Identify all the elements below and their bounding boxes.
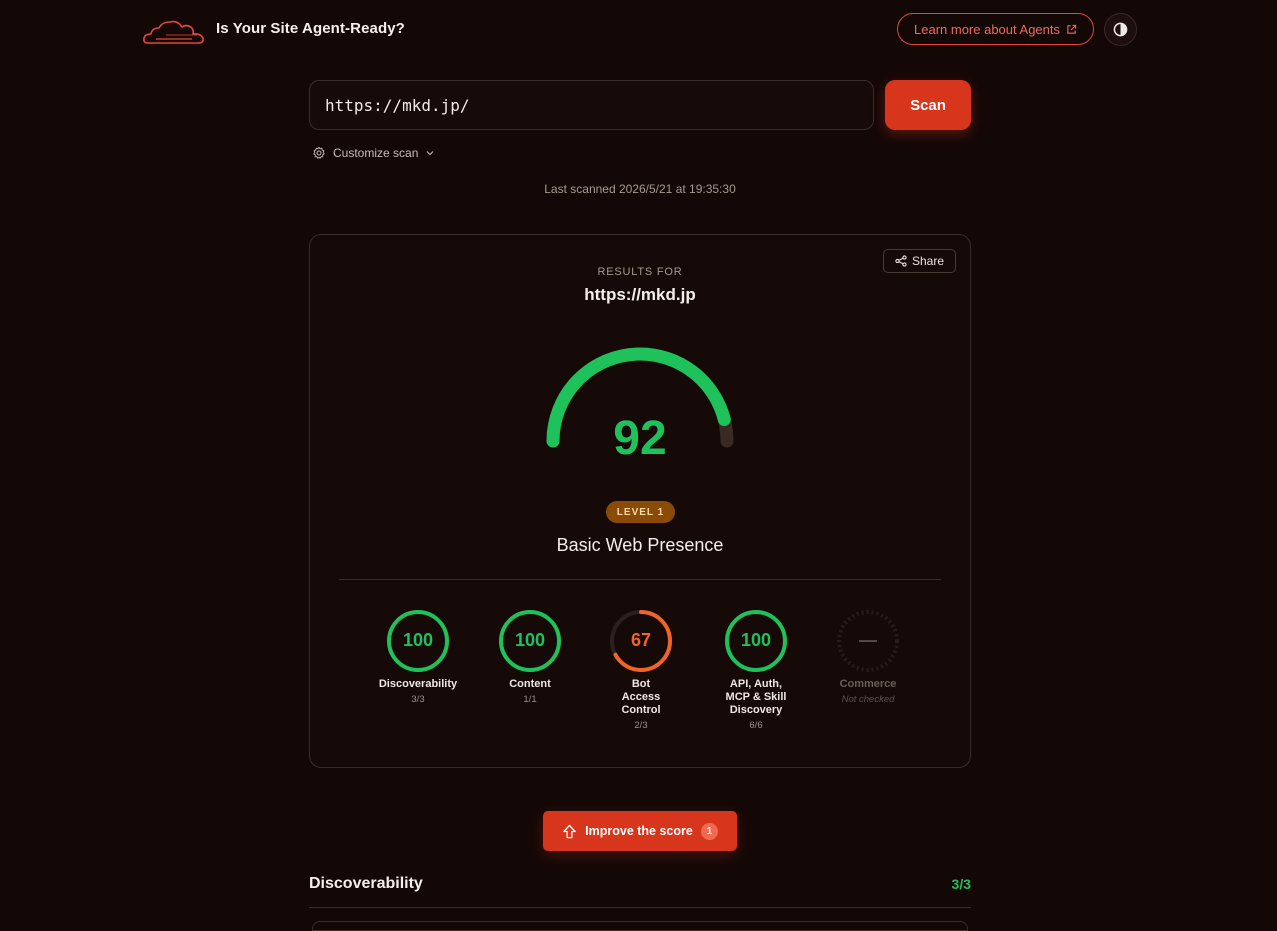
learn-more-label: Learn more about Agents: [914, 21, 1060, 37]
chevron-down-icon: [426, 151, 434, 156]
level-badge: LEVEL 1: [606, 501, 675, 523]
category-count: 3/3: [411, 694, 425, 705]
category-label: API, Auth, MCP & Skill Discovery: [725, 678, 787, 716]
category-count: 2/3: [634, 720, 648, 731]
category-api-auth-mcp-skill-discovery[interactable]: 100 API, Auth, MCP & Skill Discovery 6/6: [706, 608, 806, 731]
category-score: 100: [514, 630, 546, 650]
external-link-icon: [1067, 24, 1077, 34]
last-scanned-text: Last scanned 2026/5/21 at 19:35:30: [544, 182, 736, 196]
improve-score-button[interactable]: Improve the score 1: [543, 811, 737, 851]
category-label: Commerce: [839, 678, 897, 690]
url-input[interactable]: [309, 80, 874, 130]
category-commerce[interactable]: — Commerce Not checked: [818, 608, 918, 705]
learn-more-button[interactable]: Learn more about Agents: [897, 13, 1094, 45]
category-label: Content: [509, 678, 551, 690]
category-label: Discoverability: [378, 678, 458, 690]
results-card: Share RESULTS FOR https://mkd.jp 92 LEVE…: [309, 234, 971, 768]
category-count: 1/1: [523, 694, 537, 705]
results-divider: [339, 579, 941, 580]
gear-icon: [313, 146, 325, 159]
category-discoverability[interactable]: 100 Discoverability 3/3: [368, 608, 468, 705]
theme-toggle-button[interactable]: [1104, 13, 1137, 46]
results-url: https://mkd.jp: [584, 285, 696, 304]
section-divider: [309, 907, 971, 908]
overall-score: 92: [613, 412, 667, 465]
category-content[interactable]: 100 Content 1/1: [480, 608, 580, 705]
category-score: 67: [630, 630, 652, 650]
results-for-label: RESULTS FOR: [597, 266, 683, 278]
customize-scan-label: Customize scan: [333, 146, 419, 160]
next-card: [312, 921, 968, 931]
level-name: Basic Web Presence: [556, 535, 724, 555]
category-score: 100: [402, 630, 434, 650]
improve-score-label: Improve the score: [585, 824, 693, 838]
category-count: Not checked: [841, 694, 895, 705]
section-score-discoverability: 3/3: [951, 876, 971, 892]
customize-scan-toggle[interactable]: Customize scan: [312, 146, 435, 160]
category-label: Bot Access Control: [621, 678, 661, 716]
cloud-logo-icon[interactable]: [142, 14, 206, 46]
category-count: 6/6: [749, 720, 763, 731]
category-score: 100: [740, 630, 772, 650]
site-title: Is Your Site Agent-Ready?: [216, 20, 405, 37]
category-bot-access-control[interactable]: 67 Bot Access Control 2/3: [591, 608, 691, 731]
category-score: —: [859, 630, 877, 650]
arrow-up-icon: [563, 824, 576, 838]
contrast-icon: [1113, 22, 1128, 37]
section-title-discoverability[interactable]: Discoverability: [309, 875, 423, 893]
improve-count-badge: 1: [700, 822, 718, 840]
scan-button[interactable]: Scan: [885, 80, 971, 130]
header: Is Your Site Agent-Ready? Learn more abo…: [0, 0, 1277, 60]
